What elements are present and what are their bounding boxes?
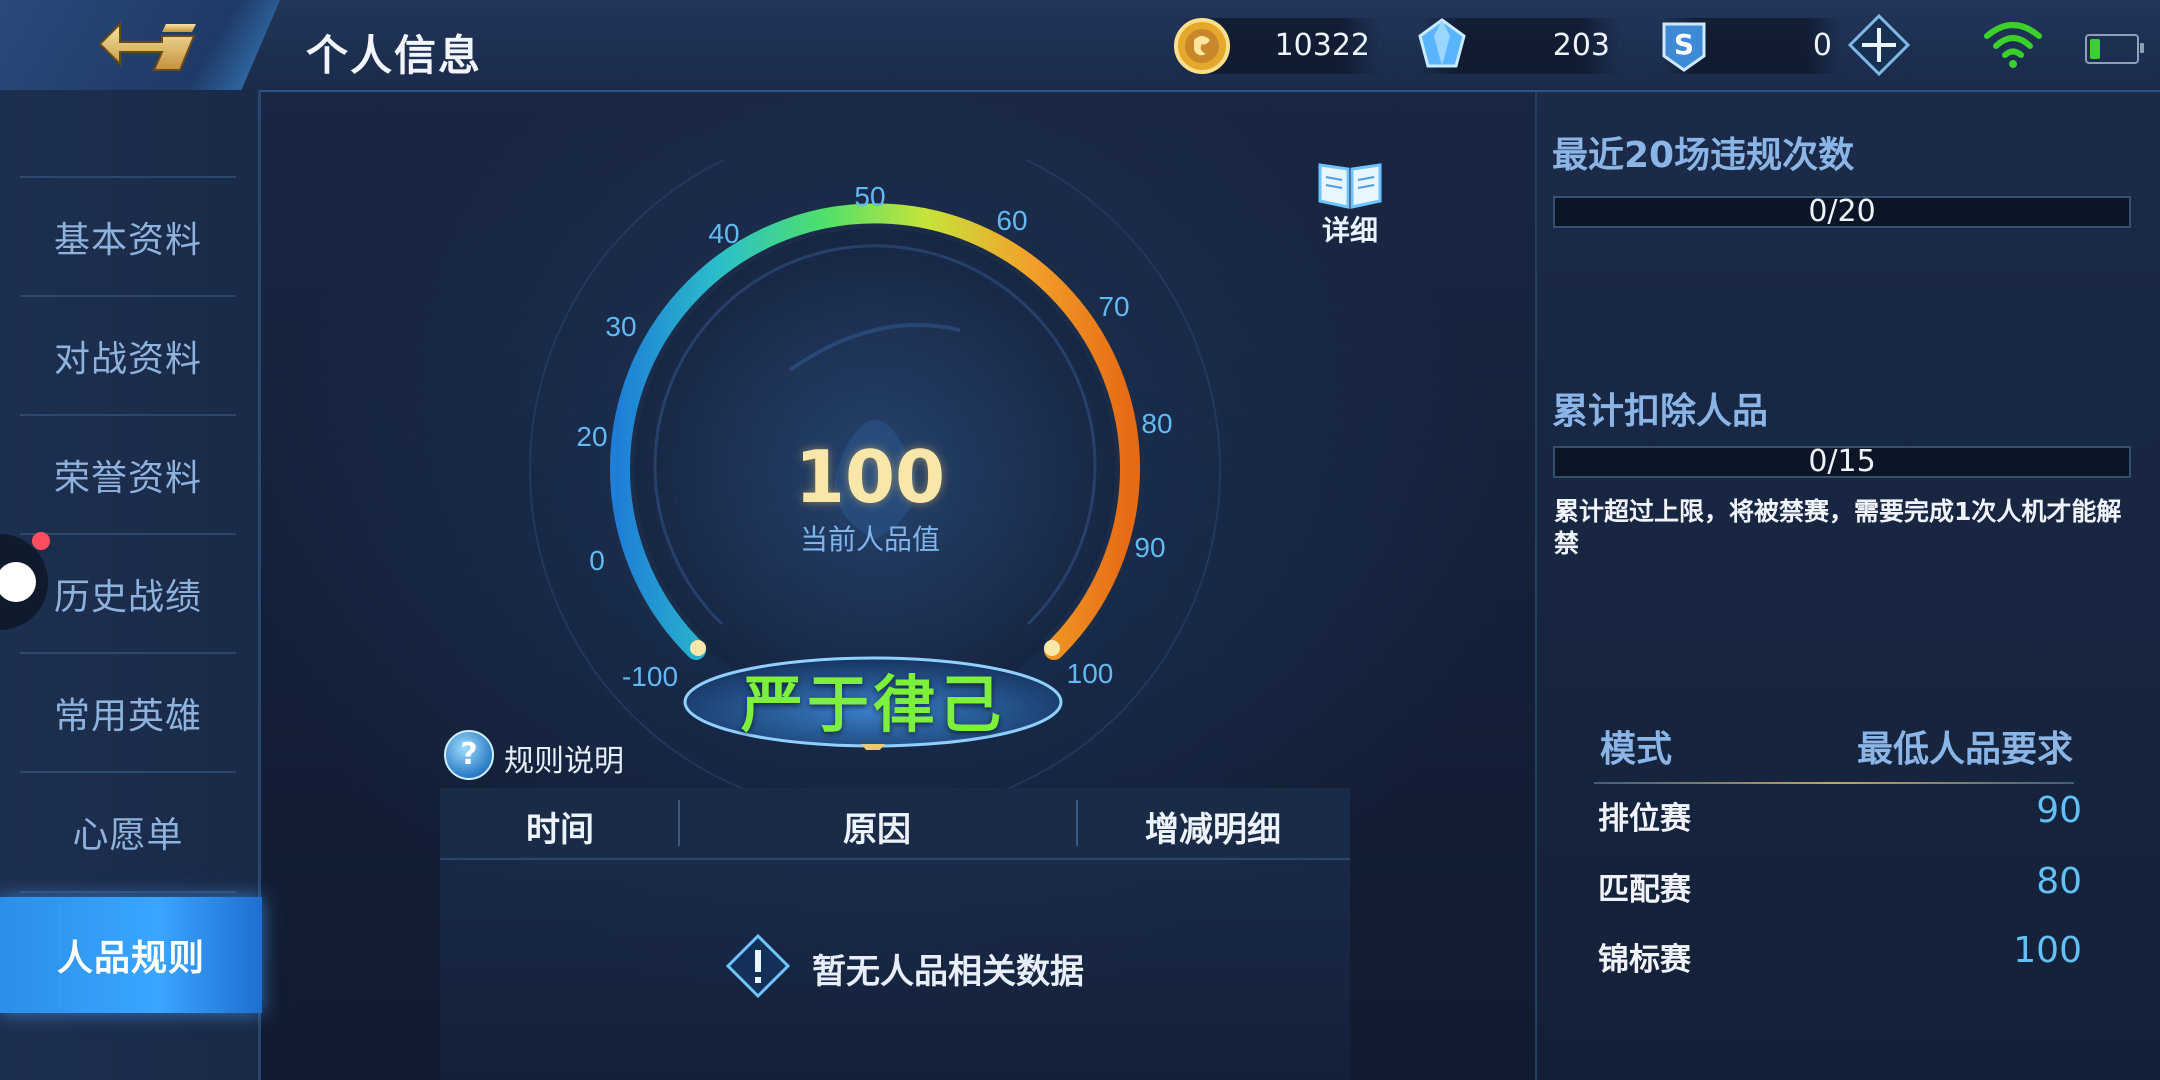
sidebar-item-wishlist[interactable]: 心愿单 (20, 771, 236, 893)
rules-label: 规则说明 (504, 744, 624, 779)
req-header-min: 最低人品要求 (1857, 729, 2074, 770)
sidebar-item-honor-info[interactable]: 荣誉资料 (20, 414, 236, 534)
voucher-currency: S 0 (1662, 18, 1842, 74)
sidebar-item-heroes[interactable]: 常用英雄 (20, 652, 236, 772)
sidebar-item-battle-info[interactable]: 对战资料 (20, 295, 236, 415)
gold-value: 10322 (1274, 28, 1370, 63)
book-icon (1318, 163, 1382, 209)
violations-bar: 0/20 (1553, 194, 2131, 229)
gold-coin-icon (1174, 18, 1230, 74)
battery-icon (2085, 34, 2144, 64)
notification-dot (32, 532, 50, 550)
page-title: 个人信息 (306, 31, 483, 80)
req-mode-ranked: 排位赛 (1598, 801, 1691, 837)
gold-currency: 10322 (1174, 18, 1380, 74)
diamond-icon (1418, 18, 1466, 68)
voucher-icon: S (1662, 22, 1706, 72)
warning-icon (726, 934, 790, 998)
table-header: 时间 原因 增减明细 (440, 788, 1350, 860)
voucher-value: 0 (1812, 28, 1832, 63)
ban-note: 累计超过上限，将被禁赛，需要完成1次人机才能解禁 (1554, 497, 2122, 558)
credit-score-value: 100 (794, 435, 946, 519)
deduct-value: 0/15 (1808, 444, 1876, 479)
column-divider (1076, 800, 1078, 846)
diamond-value: 203 (1552, 28, 1610, 63)
req-mode-tournament: 锦标赛 (1598, 942, 1691, 978)
details-label: 详细 (1321, 214, 1378, 247)
column-detail: 增减明细 (1145, 810, 1281, 850)
req-min-match: 80 (2036, 861, 2082, 902)
violations-title: 最近20场违规次数 (1552, 135, 1855, 176)
deduct-title: 累计扣除人品 (1552, 391, 1769, 432)
column-time: 时间 (526, 810, 594, 850)
req-min-ranked: 90 (2036, 790, 2082, 831)
req-mode-match: 匹配赛 (1598, 872, 1691, 908)
sidebar-item-basic-info[interactable]: 基本资料 (20, 176, 236, 296)
sidebar-item-history[interactable]: 历史战绩 (20, 533, 236, 653)
diamond-currency: 203 (1418, 18, 1620, 74)
sidebar-item-credit-rules[interactable]: 人品规则 (0, 897, 262, 1013)
column-divider (678, 800, 680, 846)
req-min-tournament: 100 (2013, 930, 2082, 971)
details-button[interactable]: 详细 (1310, 155, 1390, 247)
question-icon: ? (444, 730, 494, 780)
svg-text:S: S (1674, 28, 1694, 61)
empty-message: 暂无人品相关数据 (812, 952, 1084, 992)
req-header-mode: 模式 (1600, 729, 1673, 770)
deduct-bar: 0/15 (1553, 444, 2131, 479)
credit-score-label: 当前人品值 (799, 523, 940, 556)
violations-value: 0/20 (1808, 194, 1876, 229)
wifi-icon (1984, 22, 2042, 68)
column-reason: 原因 (843, 810, 911, 850)
rating-text: 严于律己 (740, 668, 1005, 741)
plus-icon[interactable] (1848, 14, 1910, 76)
req-divider (1594, 782, 2074, 784)
back-arrow-icon (98, 21, 196, 71)
